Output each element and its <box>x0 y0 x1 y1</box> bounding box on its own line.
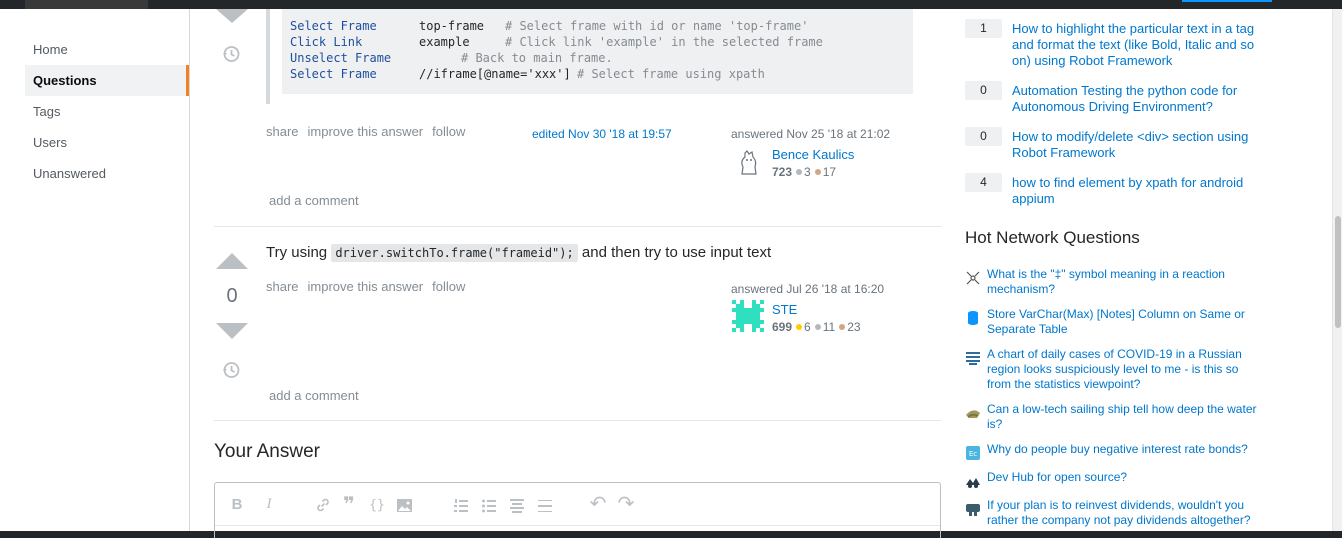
divider <box>214 226 941 227</box>
upvote-button[interactable] <box>216 253 248 269</box>
statistics-icon <box>966 352 980 365</box>
your-answer-heading: Your Answer <box>214 441 320 462</box>
downvote-button[interactable] <box>216 323 248 339</box>
bold-icon[interactable]: B <box>227 496 247 513</box>
user-name[interactable]: STE <box>772 302 797 317</box>
share-link[interactable]: share <box>266 279 299 294</box>
downvote-button[interactable] <box>216 9 248 23</box>
share-link[interactable]: share <box>266 124 299 139</box>
avatar[interactable] <box>737 149 761 177</box>
related-question-score: 1 <box>965 19 1002 38</box>
nav-item-unanswered[interactable]: Unanswered <box>25 158 189 189</box>
code-line: Select Frame top-frame # Select frame with… <box>290 19 809 33</box>
nav-item-questions[interactable]: Questions <box>25 65 189 96</box>
hot-network-question-link[interactable]: A chart of daily cases of COVID-19 in a … <box>987 347 1259 392</box>
image-icon[interactable] <box>396 498 413 514</box>
user-reputation: 723 3 17 <box>772 165 837 179</box>
hot-network-question-link[interactable]: If your plan is to reinvest dividends, w… <box>987 498 1259 528</box>
improve-answer-link[interactable]: improve this answer <box>308 124 424 139</box>
svg-text:Ec: Ec <box>969 450 977 458</box>
code-line: Click Link example # Click link 'example' … <box>290 35 823 49</box>
quote-icon[interactable]: ❞ <box>339 492 359 517</box>
history-icon <box>966 410 980 418</box>
edited-timestamp[interactable]: edited Nov 30 '18 at 19:57 <box>532 127 672 141</box>
vote-count: 0 <box>226 285 238 307</box>
code-line: Unselect Frame # Back to main frame. <box>290 51 613 65</box>
post-menu: share improve this answer follow <box>266 279 474 294</box>
related-question-link[interactable]: how to find element by xpath for android… <box>1012 175 1262 207</box>
nav-item-users[interactable]: Users <box>25 127 189 158</box>
answer-editor[interactable]: B I ❞ {} ↶ ↷ <box>214 482 941 538</box>
avatar[interactable] <box>732 300 764 332</box>
inline-code: driver.switchTo.frame("frameid"); <box>331 244 578 262</box>
related-question-score: 0 <box>965 81 1002 100</box>
hot-network-question-link[interactable]: Store VarChar(Max) [Notes] Column on Sam… <box>987 307 1259 337</box>
chemistry-icon <box>966 271 980 285</box>
hot-network-question-link[interactable]: Dev Hub for open source? <box>987 470 1259 485</box>
economics-icon: Ec <box>966 446 980 460</box>
undo-icon[interactable]: ↶ <box>588 491 608 516</box>
ordered-list-icon[interactable] <box>451 498 471 514</box>
bulleted-list-icon[interactable] <box>479 498 499 514</box>
left-sidebar: Home Questions Tags Users Unanswered <box>0 9 190 531</box>
top-bar-active-item[interactable] <box>25 0 148 9</box>
related-question-link[interactable]: Automation Testing the python code for A… <box>1012 83 1262 115</box>
gold-badge-icon <box>796 324 803 331</box>
money-icon <box>966 504 980 516</box>
related-question-link[interactable]: How to modify/delete <div> section using… <box>1012 129 1262 161</box>
scrollbar[interactable] <box>1332 9 1342 531</box>
follow-link[interactable]: follow <box>432 124 465 139</box>
scrollbar-thumb[interactable] <box>1335 216 1341 328</box>
code-icon[interactable]: {} <box>367 498 387 513</box>
link-icon[interactable] <box>313 497 333 513</box>
top-bar-button[interactable] <box>1182 0 1272 2</box>
improve-answer-link[interactable]: improve this answer <box>308 279 424 294</box>
user-reputation: 699 6 11 23 <box>772 320 861 334</box>
redo-icon[interactable]: ↷ <box>616 491 636 516</box>
bronze-badge-icon <box>814 169 821 176</box>
hot-network-question-link[interactable]: What is the "‡" symbol meaning in a reac… <box>987 267 1259 297</box>
editor-toolbar: B I ❞ {} ↶ ↷ <box>215 483 940 526</box>
nav-item-tags[interactable]: Tags <box>25 96 189 127</box>
silver-badge-icon <box>796 169 803 176</box>
answered-timestamp: answered Nov 25 '18 at 21:02 <box>731 127 891 141</box>
bronze-badge-icon <box>839 324 846 331</box>
answer-body: Try using driver.switchTo.frame("frameid… <box>266 244 772 262</box>
add-comment-link[interactable]: add a comment <box>269 388 359 403</box>
related-question-link[interactable]: How to highlight the particular text in … <box>1012 21 1262 69</box>
top-bar <box>0 0 1342 9</box>
softwarerecs-icon <box>966 478 980 488</box>
nav-item-home[interactable]: Home <box>25 34 189 65</box>
divider <box>214 420 941 421</box>
hot-network-questions-heading: Hot Network Questions <box>965 228 1140 247</box>
italic-icon[interactable]: I <box>259 496 279 513</box>
related-question-score: 0 <box>965 127 1002 146</box>
answered-timestamp: answered Jul 26 '18 at 16:20 <box>731 282 885 296</box>
follow-link[interactable]: follow <box>432 279 465 294</box>
related-question-score: 4 <box>965 173 1002 192</box>
silver-badge-icon <box>814 324 821 331</box>
code-line: Select Frame//iframe[@name='xxx'] # Selec… <box>290 67 765 81</box>
add-comment-link[interactable]: add a comment <box>269 193 359 208</box>
user-name[interactable]: Bence Kaulics <box>772 147 854 162</box>
hot-network-question-link[interactable]: Can a low-tech sailing ship tell how dee… <box>987 402 1259 432</box>
hot-network-question-link[interactable]: Why do people buy negative interest rate… <box>987 442 1259 457</box>
history-icon[interactable] <box>221 44 241 64</box>
database-icon <box>968 311 978 325</box>
history-icon[interactable] <box>221 360 241 380</box>
post-menu: share improve this answer follow <box>266 124 474 139</box>
horizontal-rule-icon[interactable] <box>535 498 555 514</box>
heading-icon[interactable] <box>507 498 527 514</box>
